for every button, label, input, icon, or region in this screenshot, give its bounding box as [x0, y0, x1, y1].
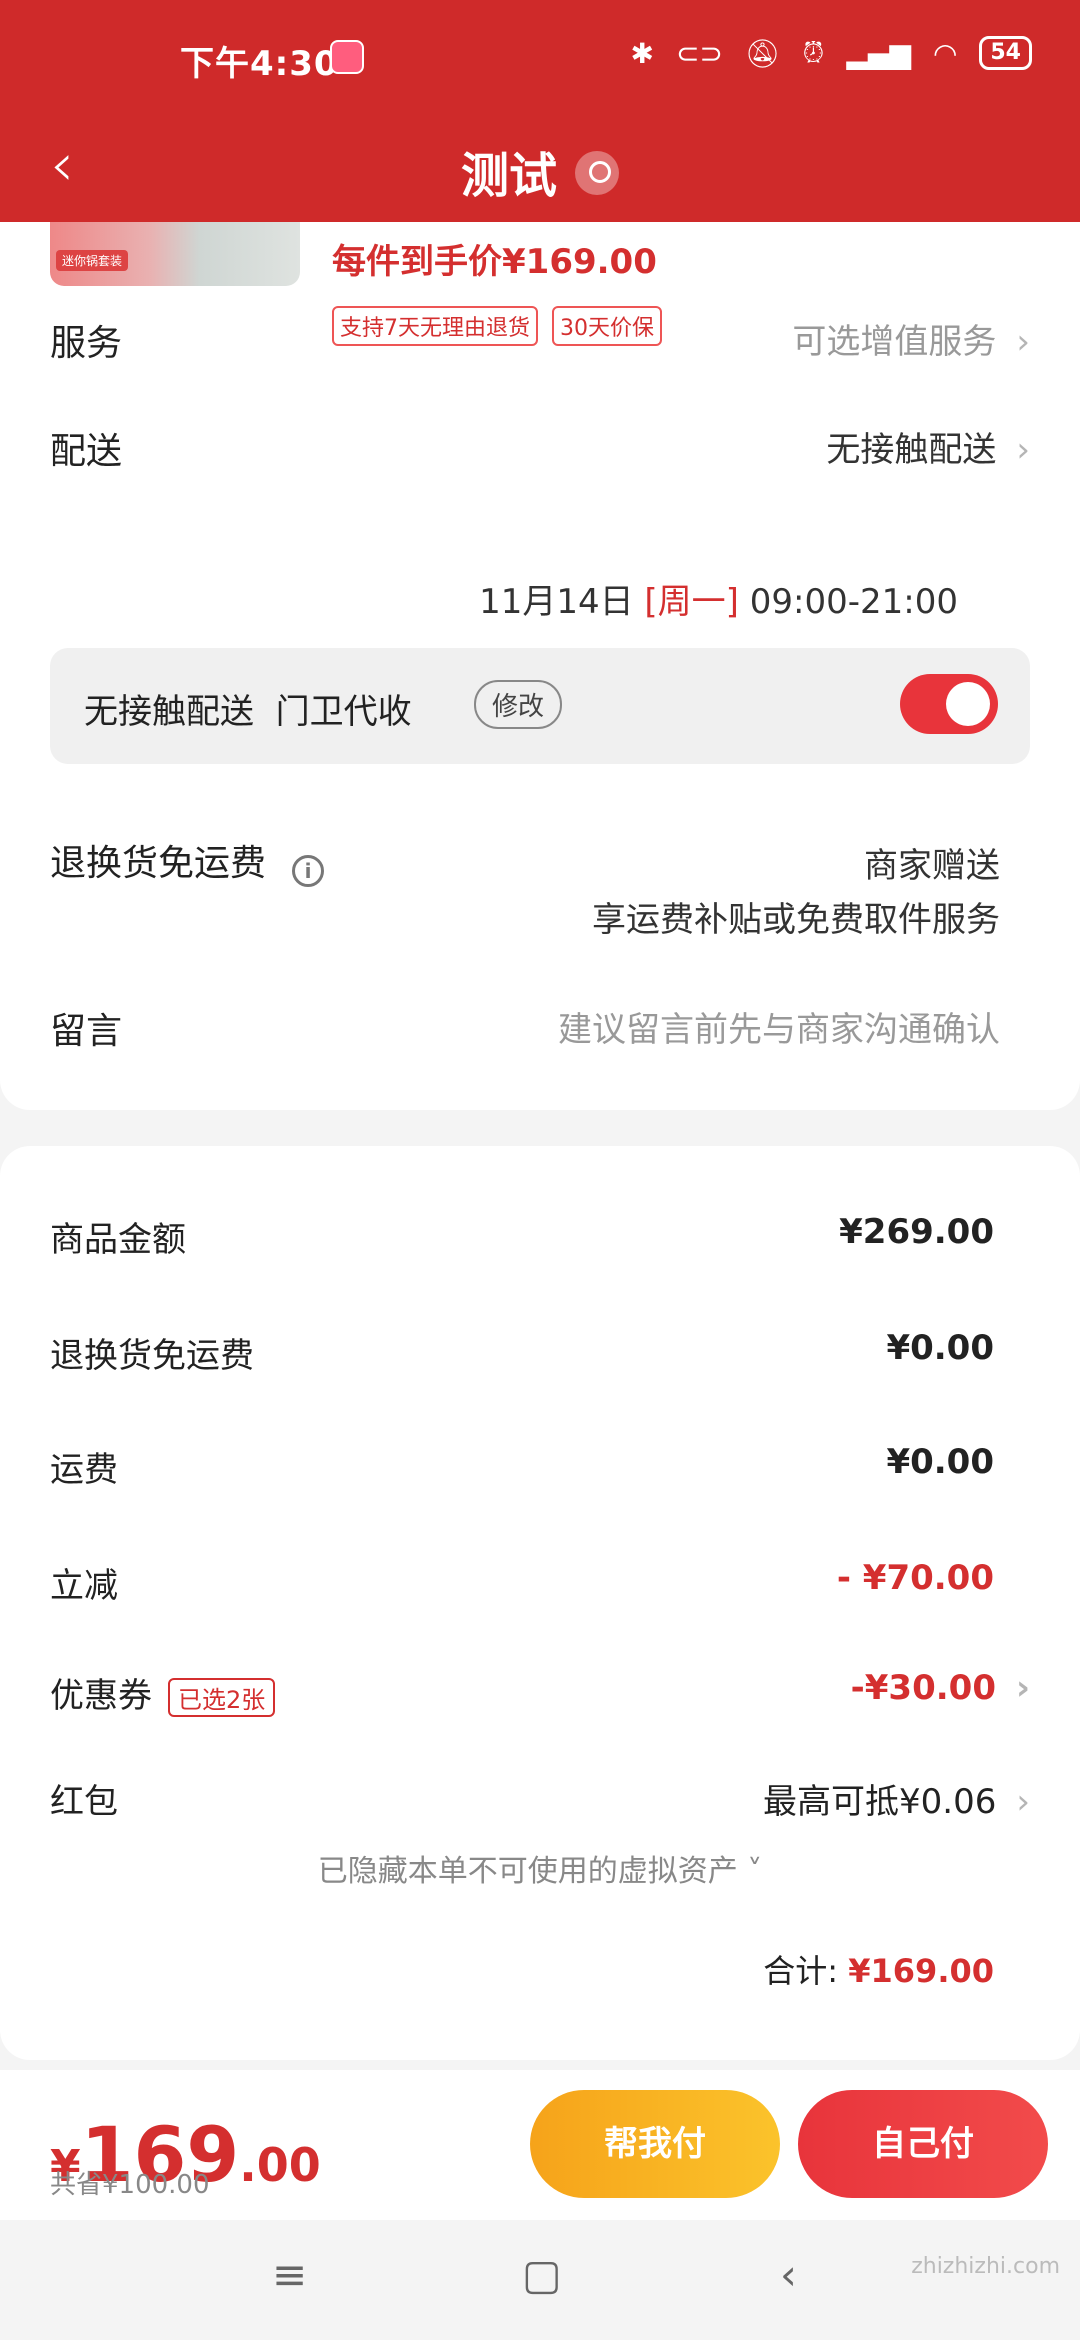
modify-button[interactable]: 修改 [474, 680, 563, 729]
goods-amount-value: ¥269.00 [839, 1212, 994, 1252]
return-fee-row: 退换货免运费 ¥0.00 [50, 1328, 1030, 1377]
coupon-value: -¥30.00 [850, 1668, 996, 1708]
return-shipping-line2: 享运费补贴或免费取件服务 [592, 900, 1000, 940]
contactless-toggle[interactable] [900, 674, 998, 734]
pay-myself-button[interactable]: 自己付 [798, 2090, 1048, 2198]
coupon-label: 优惠券 [50, 1676, 152, 1716]
return-fee-label: 退换货免运费 [50, 1336, 254, 1376]
return-shipping-label: 退换货免运费 [50, 843, 267, 884]
toggle-icon: ⊂⊃ [676, 36, 723, 70]
return-shipping-line1: 商家赠送 [864, 846, 1000, 886]
delivery-value-wrap: 无接触配送 › [826, 422, 1030, 471]
red-packet-label: 红包 [50, 1782, 118, 1822]
discount-value: - ¥70.00 [836, 1558, 994, 1598]
coupon-row[interactable]: 优惠券 已选2张 -¥30.00 › [50, 1668, 1030, 1717]
battery-icon: 54 [979, 36, 1032, 70]
red-packet-row[interactable]: 红包 最高可抵¥0.06 › [50, 1774, 1030, 1823]
delivery-row[interactable]: 配送 无接触配送 › [50, 342, 1030, 482]
shipping-fee-row: 运费 ¥0.00 [50, 1442, 1030, 1491]
discount-row: 立减 - ¥70.00 [50, 1558, 1030, 1607]
signal-icon: ▂▄▆ [846, 36, 911, 70]
help-me-pay-button[interactable]: 帮我付 [530, 2090, 780, 2198]
location-icon[interactable] [575, 151, 619, 195]
delivery-time: 11月14日 [周一] 09:00-21:00 [479, 574, 958, 623]
back-nav-icon[interactable]: ‹ [780, 2250, 797, 2299]
chevron-right-icon: › [1016, 1782, 1030, 1822]
wifi-icon: ◠ [932, 36, 958, 70]
message-row[interactable]: 留言 建议留言前先与商家沟通确认 [50, 1002, 1030, 1062]
delivery-time-range: 09:00-21:00 [749, 582, 958, 622]
chevron-right-icon: › [1015, 1668, 1030, 1708]
coupon-value-wrap: -¥30.00 › [851, 1668, 1030, 1708]
menu-icon[interactable]: ≡ [272, 2250, 307, 2299]
watermark: zhizhizhi.com [911, 2254, 1060, 2279]
service-row[interactable]: 服务 可选增值服务 › [50, 268, 1030, 364]
total-value: ¥169.00 [848, 1952, 994, 1990]
total-label: 合计: [763, 1952, 839, 1990]
price-summary-card: 商品金额 ¥269.00 退换货免运费 ¥0.00 运费 ¥0.00 立减 - … [0, 1146, 1080, 2060]
mute-icon: 🔕︎ [744, 36, 781, 70]
status-bar: 下午4:30 ✱ ⊂⊃ 🔕︎ ⏰︎ ▂▄▆ ◠ 54 [0, 0, 1080, 118]
status-icons: ✱ ⊂⊃ 🔕︎ ⏰︎ ▂▄▆ ◠ 54 [631, 36, 1032, 70]
delivery-label: 配送 [50, 431, 123, 472]
order-total: 合计: ¥169.00 [763, 1946, 994, 1992]
page-title: 测试 [0, 136, 1080, 206]
notification-app-icon [330, 40, 364, 74]
goods-amount-label: 商品金额 [50, 1220, 186, 1260]
shipping-fee-label: 运费 [50, 1450, 118, 1490]
alarm-icon: ⏰︎ [802, 36, 825, 69]
discount-label: 立减 [50, 1566, 118, 1606]
shipping-fee-value: ¥0.00 [886, 1442, 994, 1482]
contactless-text: 无接触配送 门卫代收 [84, 692, 412, 732]
red-packet-value-wrap: 最高可抵¥0.06 › [763, 1774, 1030, 1823]
goods-amount-row: 商品金额 ¥269.00 [50, 1212, 1030, 1261]
red-packet-value: 最高可抵¥0.06 [763, 1782, 997, 1822]
title-bar: ‹ 测试 [0, 118, 1080, 222]
message-input[interactable]: 建议留言前先与商家沟通确认 [558, 1002, 1000, 1051]
bluetooth-icon: ✱ [630, 36, 655, 70]
return-fee-value: ¥0.00 [886, 1328, 994, 1368]
coupon-selected-tag: 已选2张 [168, 1678, 276, 1717]
contactless-delivery-box: 无接触配送 门卫代收 修改 [50, 648, 1030, 764]
order-detail-card: 迷你锅套装 每件到手价¥169.00 支持7天无理由退货 30天价保 服务 可选… [0, 222, 1080, 1110]
toggle-knob [946, 682, 990, 726]
message-label: 留言 [50, 1011, 123, 1052]
home-icon[interactable]: ▢ [522, 2250, 562, 2299]
delivery-weekday: [周一] [644, 582, 739, 622]
status-time: 下午4:30 [180, 44, 339, 84]
pay-decimal: .00 [239, 2138, 321, 2192]
delivery-value: 无接触配送 [826, 430, 997, 470]
header-bar: 下午4:30 ✱ ⊂⊃ 🔕︎ ⏰︎ ▂▄▆ ◠ 54 ‹ 测试 [0, 0, 1080, 222]
delivery-date: 11月14日 [479, 582, 634, 622]
page-title-text: 测试 [460, 148, 557, 204]
hidden-assets-toggle[interactable]: 已隐藏本单不可使用的虚拟资产 ˅ [0, 1846, 1080, 1890]
chevron-right-icon: › [1016, 430, 1030, 470]
total-saved: 共省¥100.00 [50, 2170, 210, 2200]
info-icon[interactable]: i [292, 854, 325, 887]
system-nav-bar: ≡ ▢ ‹ [0, 2220, 1080, 2340]
